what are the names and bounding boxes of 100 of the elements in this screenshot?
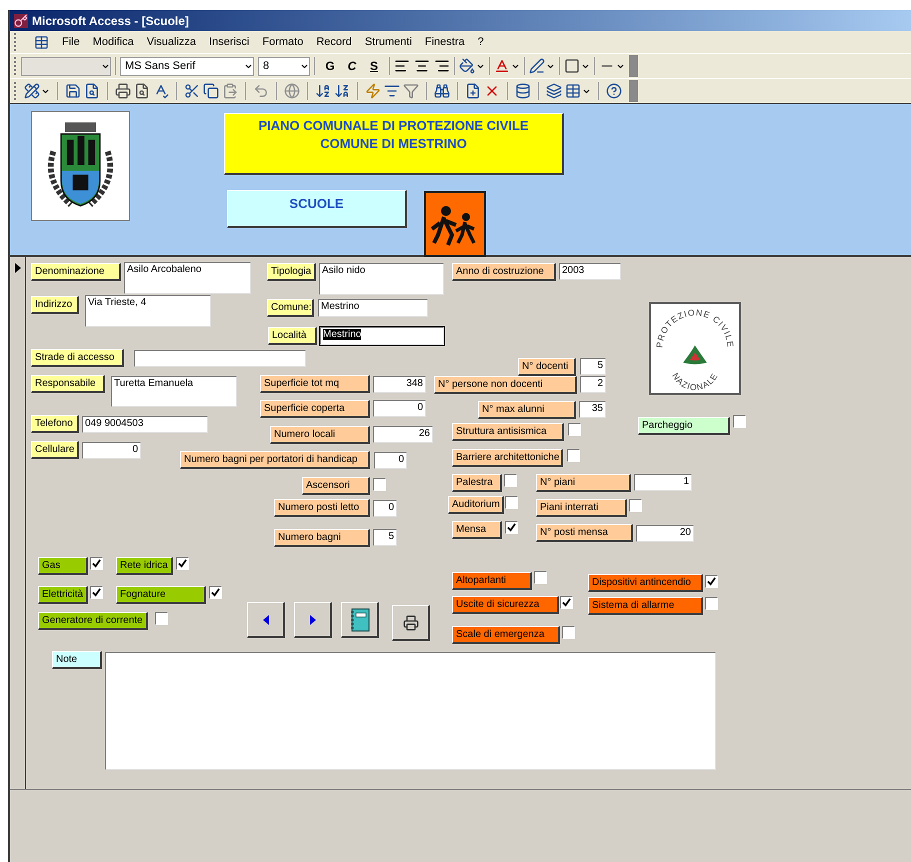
field-label: Palestra [452,474,502,492]
form-icon[interactable] [34,34,49,50]
text-field[interactable]: 049 9004503 [82,416,208,433]
field-label: Numero locali [270,426,370,444]
print-preview-icon[interactable] [134,83,150,99]
copy-icon[interactable] [203,83,219,99]
field-label: Struttura antisismica [452,423,564,441]
filter-icon[interactable] [403,83,419,99]
pen-icon[interactable] [529,58,545,74]
checkbox[interactable] [705,597,718,610]
checkbox[interactable] [504,474,517,487]
checkbox[interactable] [176,557,189,570]
text-field[interactable]: 2003 [559,263,621,280]
text-field[interactable]: Mestrino [320,327,444,345]
database-window-icon[interactable] [546,83,562,99]
sort-descending-icon[interactable] [334,83,350,99]
text-field[interactable]: 2 [580,376,606,393]
checkbox[interactable] [733,415,746,428]
checkbox[interactable] [705,575,718,588]
align-left-icon[interactable] [394,58,410,74]
record-selector[interactable] [10,257,26,789]
search-file-icon[interactable] [84,83,100,99]
field-label: Cellulare [31,441,79,459]
text-field[interactable]: 0 [373,500,397,517]
text-field[interactable]: 0 [374,452,407,469]
menu-item[interactable]: File [62,34,80,50]
sort-ascending-icon[interactable] [315,83,331,99]
style-button[interactable]: G [319,57,341,75]
paint-bucket-icon[interactable] [459,58,475,74]
previous-record-button[interactable] [247,602,285,638]
field-label: Note [52,651,102,669]
text-field[interactable] [105,652,716,770]
text-field[interactable]: Mestrino [318,299,428,317]
text-field[interactable]: 1 [634,474,692,491]
checkbox[interactable] [534,571,547,584]
text-field[interactable]: 35 [579,401,606,418]
printer-icon[interactable] [115,83,131,99]
menu-item[interactable]: Modifica [92,34,134,50]
checkbox[interactable] [373,478,386,491]
help-icon[interactable] [606,83,622,99]
field-label: Strade di accesso [31,349,124,367]
font-combo[interactable]: MS Sans Serif [120,56,254,76]
checkbox[interactable] [560,596,573,609]
font-color-icon[interactable] [494,58,510,74]
save-icon[interactable] [65,83,81,99]
triangle-icon [684,347,706,364]
menu-item[interactable]: Strumenti [364,34,412,50]
text-field[interactable]: 5 [580,358,606,375]
new-record-icon[interactable] [465,83,481,99]
next-record-button[interactable] [294,602,332,638]
menu-item[interactable]: ? [478,34,484,50]
text-field[interactable]: Asilo nido [319,263,444,295]
checkbox[interactable] [567,449,580,462]
align-center-icon[interactable] [414,58,430,74]
text-field[interactable] [134,350,306,367]
checkbox[interactable] [155,612,168,625]
field-label: Indirizzo [31,296,79,314]
print-button[interactable] [392,605,430,641]
text-field[interactable]: 5 [373,529,397,546]
text-field[interactable]: 26 [373,426,433,443]
border-icon[interactable] [564,58,580,74]
text-field[interactable]: Asilo Arcobaleno [124,262,251,294]
field-label: N° piani [536,474,631,492]
menu-item[interactable]: Formato [262,34,304,50]
menu-item[interactable]: Finestra [424,34,465,50]
menu-item[interactable]: Visualizza [146,34,196,50]
field-label: Fognature [116,586,206,604]
checkbox[interactable] [90,586,103,599]
undo-icon[interactable] [253,83,269,99]
field-label: Superficie coperta [260,400,370,418]
checkbox[interactable] [568,423,581,436]
size-combo[interactable]: 8 [258,56,310,76]
menu-item[interactable]: Record [316,34,352,50]
filter-form-icon[interactable] [384,83,400,99]
text-field[interactable]: 348 [373,376,426,393]
globe-icon[interactable] [284,83,300,99]
checkbox[interactable] [505,496,518,509]
checkbox[interactable] [90,557,103,570]
checkbox[interactable] [505,521,518,534]
text-field[interactable]: Turetta Emanuela [111,376,237,407]
field-label: N° persone non docenti [434,376,577,394]
left-triangle-icon [262,614,268,624]
design-view-icon[interactable] [24,83,40,99]
align-right-icon[interactable] [434,58,450,74]
text-field[interactable]: 20 [636,525,694,542]
field-label: Altoparlanti [452,572,532,590]
binoculars-icon[interactable] [434,83,450,99]
menu-item[interactable]: Inserisci [209,34,250,50]
scissors-icon[interactable] [184,83,200,99]
field-label: Generatore di corrente [38,612,148,630]
style-button[interactable]: C [341,57,363,75]
field-label: Mensa [452,521,502,539]
text-field[interactable]: 0 [82,442,141,459]
text-field[interactable]: 0 [373,400,426,417]
notebook-button[interactable] [341,602,379,638]
style-button[interactable]: S [363,57,385,75]
checkbox[interactable] [629,499,642,512]
text-field[interactable]: Via Trieste, 4 [85,295,211,327]
checkbox[interactable] [562,626,575,639]
checkbox[interactable] [209,586,222,599]
